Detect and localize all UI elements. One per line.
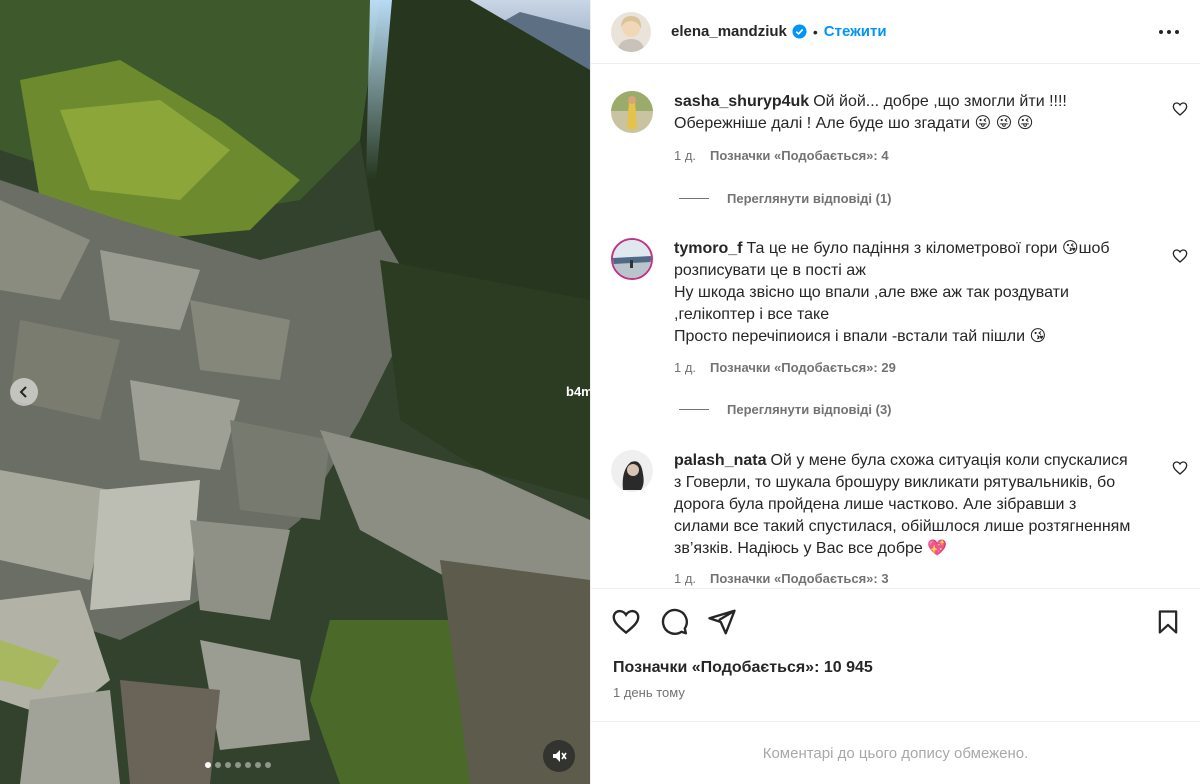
view-replies-label: Переглянути відповіді (3)	[727, 402, 892, 417]
carousel-dot	[255, 762, 261, 768]
chevron-left-icon	[19, 386, 27, 398]
comment-username[interactable]: palash_nata	[674, 452, 766, 469]
comment-text: palash_nata Ой у мене була схожа ситуація…	[674, 450, 1134, 560]
verified-icon	[792, 24, 807, 39]
comment-age[interactable]: 1 д.	[674, 571, 696, 586]
comment-like-button[interactable]	[1172, 101, 1188, 122]
view-replies-button[interactable]: Переглянути відповіді (3)	[679, 402, 892, 417]
previous-slide-button[interactable]	[10, 378, 38, 406]
watermark: b4m	[566, 384, 590, 399]
follow-button[interactable]: Стежити	[824, 23, 887, 40]
avatar-image	[611, 91, 653, 133]
more-icon	[1159, 30, 1179, 34]
carousel-indicator	[205, 762, 271, 768]
avatar-image	[611, 11, 651, 52]
comment-age[interactable]: 1 д.	[674, 360, 696, 375]
comment-body: palash_nata Ой у мене була схожа ситуація…	[674, 450, 1134, 588]
avatar-image	[613, 240, 651, 278]
share-icon	[708, 609, 736, 635]
author-username[interactable]: elena_mandziuk	[671, 23, 787, 40]
view-replies-label: Переглянути відповіді (1)	[727, 191, 892, 206]
comment-content-line: Просто перечіпиоися і впали -встали тай …	[674, 328, 1047, 345]
post-likes-count[interactable]: Позначки «Подобається»: 10 945	[613, 659, 873, 677]
divider-line	[679, 198, 709, 199]
separator: •	[812, 23, 818, 40]
comment-avatar[interactable]	[611, 91, 653, 133]
carousel-dot	[265, 762, 271, 768]
more-options-button[interactable]	[1158, 22, 1180, 47]
heart-icon	[1172, 102, 1188, 116]
comment-meta: 1 д. Позначки «Подобається»: 3	[674, 568, 1134, 588]
like-button[interactable]	[611, 607, 641, 642]
post-media[interactable]: b4m	[0, 0, 590, 784]
comment-text: tymoro_f Та це не було падіння з кілометр…	[674, 238, 1134, 282]
comment-avatar[interactable]	[611, 238, 653, 280]
post-header: elena_mandziuk • Стежити	[591, 0, 1200, 64]
avatar-image	[611, 450, 653, 492]
author-avatar[interactable]	[611, 11, 651, 52]
comment-meta: 1 д. Позначки «Подобається»: 29	[674, 357, 1134, 379]
mute-button[interactable]	[543, 740, 575, 772]
comment-age[interactable]: 1 д.	[674, 148, 696, 163]
divider-line	[679, 409, 709, 410]
action-icons	[611, 607, 737, 642]
post-timestamp[interactable]: 1 день тому	[613, 685, 685, 700]
heart-icon	[1172, 249, 1188, 263]
comment-body: tymoro_f Та це не було падіння з кілометр…	[674, 238, 1134, 379]
view-replies-button[interactable]: Переглянути відповіді (1)	[679, 191, 892, 206]
comment-avatar[interactable]	[611, 450, 653, 492]
carousel-dot	[225, 762, 231, 768]
save-button[interactable]	[1154, 607, 1182, 642]
comment-content-line: Ну шкода звісно що впали ,але вже аж так…	[674, 284, 1069, 323]
carousel-dot	[245, 762, 251, 768]
comment-meta: 1 д. Позначки «Подобається»: 4	[674, 145, 1134, 167]
bookmark-icon	[1158, 610, 1178, 634]
mute-icon	[553, 750, 567, 762]
comment-likes[interactable]: Позначки «Подобається»: 3	[710, 571, 889, 586]
carousel-dot	[205, 762, 211, 768]
heart-icon	[612, 609, 640, 635]
share-button[interactable]	[707, 607, 737, 642]
comments-limited-notice: Коментарі до цього допису обмежено.	[591, 721, 1200, 784]
comment-like-button[interactable]	[1172, 248, 1188, 269]
carousel-dot	[215, 762, 221, 768]
post-actions: Позначки «Подобається»: 10 945 1 день то…	[591, 588, 1200, 784]
comments-list[interactable]: sasha_shuryp4uk Ой йой... добре ,що змогл…	[591, 64, 1200, 588]
comment-like-button[interactable]	[1172, 460, 1188, 481]
comment-body: sasha_shuryp4uk Ой йой... добре ,що змогл…	[674, 91, 1134, 167]
heart-icon	[1172, 461, 1188, 475]
comment-likes[interactable]: Позначки «Подобається»: 29	[710, 360, 896, 375]
comment-username[interactable]: sasha_shuryp4uk	[674, 93, 809, 110]
post-sidebar: elena_mandziuk • Стежити sasha_shuryp4uk…	[590, 0, 1200, 784]
comment-icon	[661, 608, 688, 635]
comment-text: sasha_shuryp4uk Ой йой... добре ,що змогл…	[674, 91, 1134, 135]
carousel-dot	[235, 762, 241, 768]
comment-likes[interactable]: Позначки «Подобається»: 4	[710, 148, 889, 163]
comment-username[interactable]: tymoro_f	[674, 240, 742, 257]
mountain-photo	[0, 0, 590, 784]
comment-button[interactable]	[659, 607, 689, 642]
